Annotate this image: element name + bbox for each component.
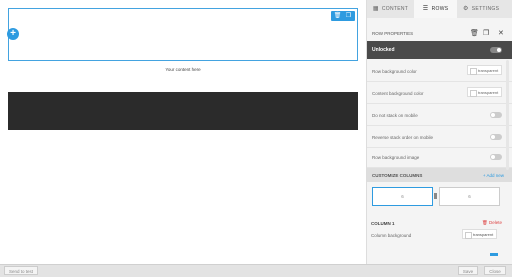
trash-icon[interactable]: 🗑: [470, 29, 479, 37]
color-swatch: [470, 90, 477, 97]
unlocked-label: Unlocked: [372, 47, 395, 53]
column-2-box[interactable]: 6: [439, 187, 500, 206]
content-placeholder[interactable]: Your content here: [8, 67, 358, 72]
column-background-label: Column background: [371, 233, 412, 238]
close-icon[interactable]: ✕: [498, 29, 504, 37]
color-swatch: [465, 232, 472, 239]
unlocked-bar: Unlocked: [367, 41, 512, 59]
reverse-stack-toggle[interactable]: [490, 134, 502, 140]
row-bg-image-toggle[interactable]: [490, 154, 502, 160]
footer-bar: [0, 264, 512, 277]
section-title: CUSTOMIZE COLUMNS: [372, 173, 423, 178]
duplicate-icon[interactable]: ❐: [483, 29, 489, 37]
duplicate-row-icon[interactable]: ❐: [344, 12, 353, 20]
color-value: transparent: [473, 232, 494, 237]
row-toolbar: 🗑 ❐: [331, 11, 355, 21]
tab-content[interactable]: ▦ CONTENT: [367, 0, 414, 18]
prop-label: Row background color: [372, 69, 417, 74]
tab-rows[interactable]: ☰ ROWS: [414, 0, 457, 18]
delete-row-icon[interactable]: 🗑: [333, 12, 342, 20]
reverse-stack-row: Reverse stack order on mobile: [367, 126, 512, 148]
dark-row-block[interactable]: [8, 92, 358, 130]
tab-label: SETTINGS: [471, 6, 500, 12]
section-title: ROW PROPERTIES: [372, 31, 414, 36]
tab-label: ROWS: [431, 6, 449, 12]
column-resize-handle[interactable]: [434, 193, 437, 199]
send-test-button[interactable]: Send to test: [4, 266, 38, 275]
add-row-plus-icon[interactable]: +: [7, 28, 19, 40]
tab-overflow: [505, 0, 512, 18]
content-bg-color-picker[interactable]: transparent: [467, 87, 502, 97]
grid-icon: ▦: [372, 6, 379, 12]
prop-label: Reverse stack order on mobile: [372, 135, 434, 140]
tab-label: CONTENT: [381, 6, 409, 12]
row-bg-color-picker[interactable]: transparent: [467, 65, 502, 75]
do-not-stack-toggle[interactable]: [490, 112, 502, 118]
panel-scrollbar[interactable]: [506, 60, 509, 170]
tab-settings[interactable]: ⚙ SETTINGS: [457, 0, 505, 18]
do-not-stack-row: Do not stack on mobile: [367, 104, 512, 126]
column-1-box[interactable]: 6: [372, 187, 433, 206]
close-button[interactable]: Close: [484, 266, 506, 275]
color-value: transparent: [478, 68, 499, 73]
unlocked-toggle[interactable]: [490, 47, 502, 53]
panel-indicator: [490, 253, 498, 256]
column-bg-color-picker[interactable]: transparent: [462, 229, 497, 239]
settings-icon: ⚙: [462, 6, 469, 12]
delete-column-button[interactable]: 🗑 Delete: [482, 220, 502, 226]
prop-label: Row background image: [372, 155, 420, 160]
prop-label: Do not stack on mobile: [372, 113, 418, 118]
row-background-image-row: Row background image: [367, 146, 512, 168]
customize-columns-header: CUSTOMIZE COLUMNS + Add new: [367, 168, 512, 182]
color-value: transparent: [478, 90, 499, 95]
color-swatch: [470, 68, 477, 75]
row-background-color: Row background color transparent: [367, 60, 512, 82]
prop-label: Content background color: [372, 91, 424, 96]
add-column-button[interactable]: + Add new: [483, 173, 504, 178]
save-button[interactable]: Save: [458, 266, 478, 275]
rows-icon: ☰: [422, 6, 429, 12]
column-title: COLUMN 1: [371, 221, 395, 226]
row-properties-header: ROW PROPERTIES 🗑 ❐ ✕: [367, 26, 512, 40]
selected-row[interactable]: [8, 8, 358, 61]
content-background-color: Content background color transparent: [367, 82, 512, 104]
delete-label: Delete: [488, 220, 502, 225]
